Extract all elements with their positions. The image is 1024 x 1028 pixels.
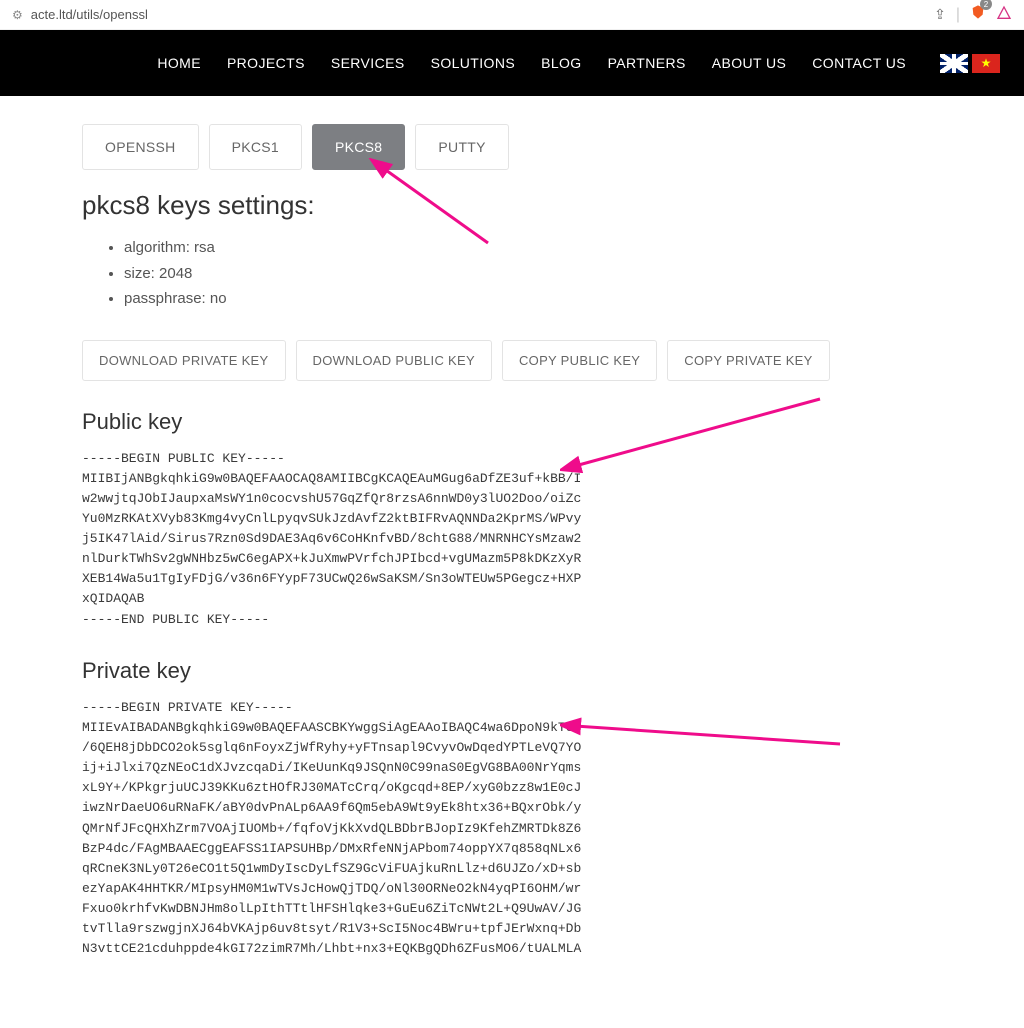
private-key-block: -----BEGIN PRIVATE KEY----- MIIEvAIBADAN… — [82, 698, 942, 960]
share-icon[interactable]: ⇪ — [934, 6, 946, 23]
settings-list: algorithm: rsa size: 2048 passphrase: no — [82, 235, 942, 312]
nav-services[interactable]: SERVICES — [331, 55, 405, 71]
copy-public-button[interactable]: COPY PUBLIC KEY — [502, 340, 657, 381]
shield-badge-count: 2 — [980, 0, 992, 10]
public-key-title: Public key — [82, 409, 942, 435]
nav-contact[interactable]: CONTACT US — [812, 55, 906, 71]
browser-bar: ⚙ acte.ltd/utils/openssl ⇪ | 2 — [0, 0, 1024, 30]
nav-blog[interactable]: BLOG — [541, 55, 582, 71]
key-format-tabs: OPENSSH PKCS1 PKCS8 PUTTY — [82, 124, 942, 170]
tab-pkcs8[interactable]: PKCS8 — [312, 124, 405, 170]
flag-uk[interactable] — [940, 54, 968, 73]
settings-title: pkcs8 keys settings: — [82, 190, 942, 221]
public-key-block: -----BEGIN PUBLIC KEY----- MIIBIjANBgkqh… — [82, 449, 942, 630]
download-private-button[interactable]: DOWNLOAD PRIVATE KEY — [82, 340, 286, 381]
setting-algorithm: algorithm: rsa — [124, 235, 942, 261]
tab-openssh[interactable]: OPENSSH — [82, 124, 199, 170]
tab-pkcs1[interactable]: PKCS1 — [209, 124, 302, 170]
main-navbar: HOME PROJECTS SERVICES SOLUTIONS BLOG PA… — [0, 30, 1024, 96]
content-area: OPENSSH PKCS1 PKCS8 PUTTY pkcs8 keys set… — [0, 96, 1024, 1028]
setting-passphrase: passphrase: no — [124, 286, 942, 312]
key-actions: DOWNLOAD PRIVATE KEY DOWNLOAD PUBLIC KEY… — [82, 340, 942, 381]
nav-solutions[interactable]: SOLUTIONS — [431, 55, 516, 71]
download-public-button[interactable]: DOWNLOAD PUBLIC KEY — [296, 340, 492, 381]
nav-projects[interactable]: PROJECTS — [227, 55, 305, 71]
setting-size: size: 2048 — [124, 261, 942, 287]
site-settings-icon[interactable]: ⚙ — [12, 8, 23, 22]
tab-putty[interactable]: PUTTY — [415, 124, 508, 170]
nav-about[interactable]: ABOUT US — [712, 55, 787, 71]
nav-partners[interactable]: PARTNERS — [608, 55, 686, 71]
copy-private-button[interactable]: COPY PRIVATE KEY — [667, 340, 829, 381]
url-text: acte.ltd/utils/openssl — [31, 7, 148, 22]
brave-wallet-icon[interactable] — [996, 5, 1012, 24]
separator: | — [956, 6, 960, 24]
private-key-title: Private key — [82, 658, 942, 684]
flag-vn[interactable] — [972, 54, 1000, 73]
nav-home[interactable]: HOME — [157, 55, 201, 71]
shield-icon[interactable]: 2 — [970, 4, 986, 25]
